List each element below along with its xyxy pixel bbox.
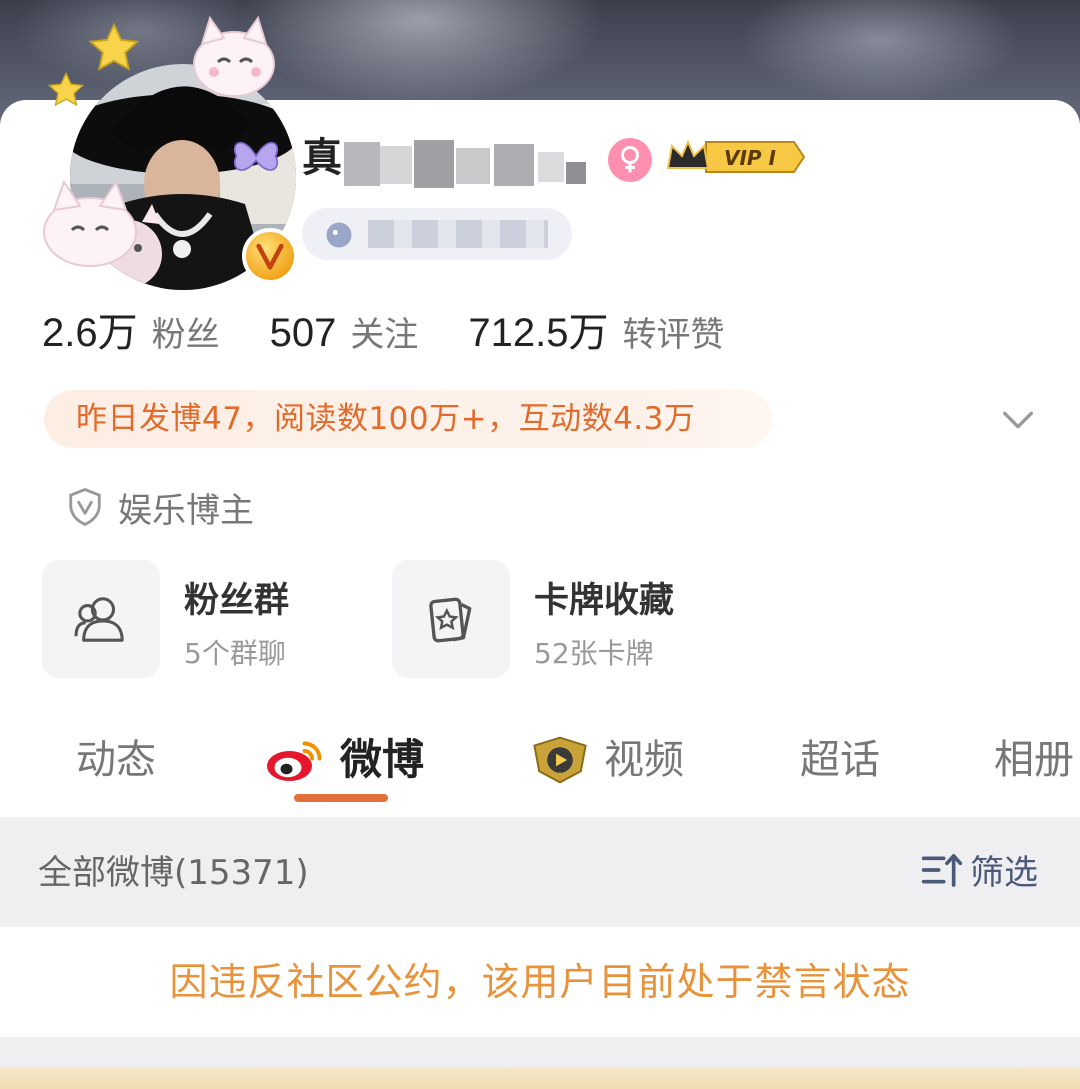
stats-row: 2.6万 粉丝 507 关注 712.5万 转评赞 <box>42 300 774 356</box>
female-gender-icon <box>608 138 652 182</box>
profile-name: 真 <box>302 128 342 188</box>
all-posts-count: 全部微博(15371) <box>38 853 309 893</box>
card-collection-tile[interactable] <box>392 560 510 678</box>
profile-name-text: 真 <box>302 135 342 181</box>
engagement-count[interactable]: 712.5万 <box>468 300 608 358</box>
weibo-logo-icon <box>267 741 322 781</box>
tab-video[interactable]: 视频 <box>528 730 684 790</box>
group-icon <box>74 597 124 642</box>
following-count[interactable]: 507 <box>270 311 337 356</box>
bottom-strip <box>0 1037 1080 1089</box>
tab-video-label: 视频 <box>604 737 684 783</box>
chevron-down-icon[interactable] <box>998 400 1038 440</box>
followers-count[interactable]: 2.6万 <box>42 300 138 358</box>
avatar-frame[interactable] <box>34 15 298 290</box>
muted-notice: 因违反社区公约，该用户目前处于禁言状态 <box>0 927 1080 1037</box>
tab-dynamic[interactable]: 动态 <box>76 730 156 790</box>
card-collection-subtitle: 52张卡牌 <box>534 637 654 670</box>
vip-badge-icon[interactable]: VIP I <box>666 138 806 176</box>
star-sticker-icon <box>88 22 140 71</box>
link-icon <box>326 222 352 248</box>
tab-dynamic-label: 动态 <box>76 737 156 783</box>
activity-summary[interactable]: 昨日发博47，阅读数100万+，互动数4.3万 <box>44 390 772 448</box>
card-collection-title[interactable]: 卡牌收藏 <box>534 572 674 623</box>
profile-card: 真 VIP I 2.6万 粉丝 507 关注 712.5万 转评赞 昨日发博47… <box>0 15 1080 817</box>
video-badge-icon <box>533 736 587 784</box>
feed-filter-bar: 全部微博(15371) 筛选 <box>0 817 1080 927</box>
vip-label: VIP I <box>724 146 777 170</box>
active-tab-underline <box>294 794 388 802</box>
next-card-edge <box>0 1067 1080 1089</box>
following-label[interactable]: 关注 <box>350 307 418 356</box>
tab-weibo[interactable]: 微博 <box>264 730 424 790</box>
fan-group-subtitle: 5个群聊 <box>184 637 286 670</box>
filter-label: 筛选 <box>970 853 1038 893</box>
handle-pill[interactable] <box>302 208 572 260</box>
cat-sticker-icon <box>43 179 137 267</box>
filter-icon <box>921 853 963 887</box>
name-redaction-mosaic <box>344 138 594 192</box>
tab-weibo-label: 微博 <box>340 735 425 784</box>
tab-album[interactable]: 相册 <box>994 730 1074 790</box>
engagement-label[interactable]: 转评赞 <box>622 307 724 356</box>
verification-label: 娱乐博主 <box>118 490 254 531</box>
tab-super-topic[interactable]: 超话 <box>800 730 880 790</box>
followers-label[interactable]: 粉丝 <box>152 307 220 356</box>
handle-redaction-mosaic <box>368 220 548 248</box>
profile-screen: 真 VIP I 2.6万 粉丝 507 关注 712.5万 转评赞 昨日发博47… <box>0 0 1080 1089</box>
verification-row[interactable]: 娱乐博主 <box>66 482 254 532</box>
butterfly-sticker-icon <box>234 142 278 171</box>
fan-group-title[interactable]: 粉丝群 <box>184 572 289 623</box>
verified-badge-icon <box>242 228 298 284</box>
cat-sticker-icon <box>193 15 275 97</box>
profile-tabs: 动态 微博 视频 超话 相册 <box>0 716 1080 816</box>
tab-super-topic-label: 超话 <box>800 737 880 783</box>
shield-v-icon <box>69 488 101 526</box>
filter-button[interactable]: 筛选 <box>920 845 1038 894</box>
card-icon <box>429 597 472 643</box>
tab-album-label: 相册 <box>994 737 1074 783</box>
fan-group-tile[interactable] <box>42 560 160 678</box>
star-sticker-icon <box>47 71 85 107</box>
